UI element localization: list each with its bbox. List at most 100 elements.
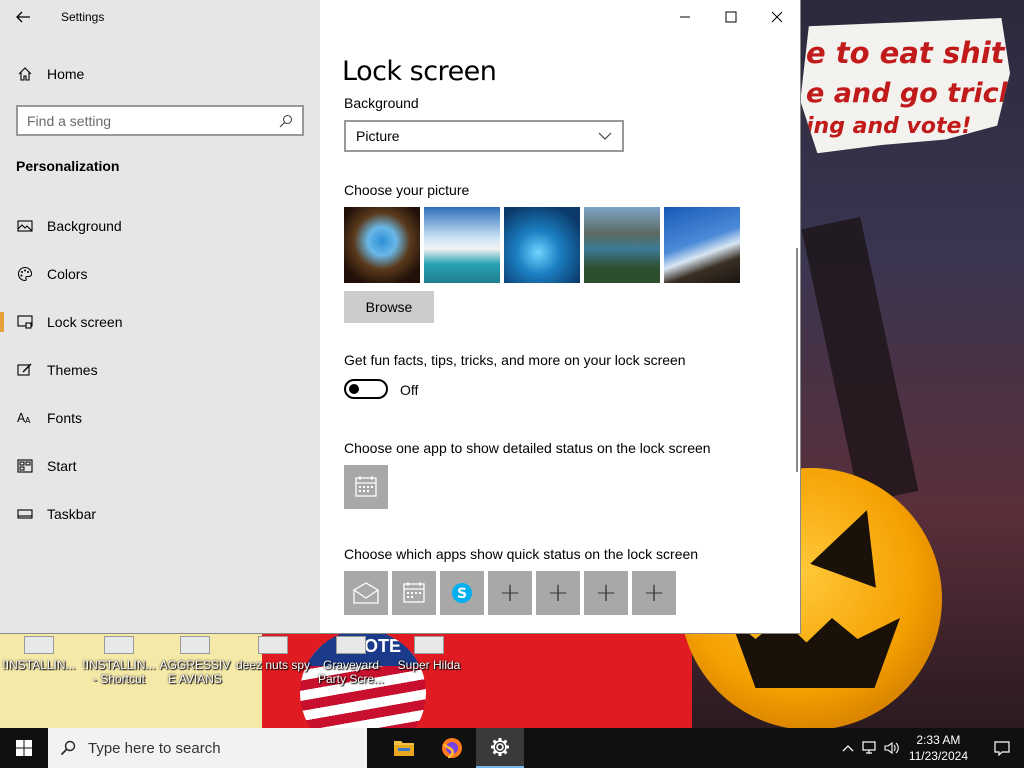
sidebar-item-background[interactable]: Background — [0, 206, 320, 246]
shortcut-icon — [180, 636, 210, 654]
section-heading: Personalization — [16, 158, 120, 174]
minimize-icon — [680, 16, 690, 18]
desktop-icon-installin-shortcut[interactable]: !INSTALLIN... - Shortcut — [80, 636, 158, 686]
maximize-button[interactable] — [708, 0, 754, 34]
tray-volume-button[interactable] — [881, 728, 903, 768]
palette-icon — [0, 266, 47, 282]
start-button[interactable] — [0, 728, 48, 768]
taskbar-firefox[interactable] — [428, 728, 476, 768]
firefox-icon — [442, 738, 462, 759]
file-icon — [24, 636, 54, 654]
quick-status-app-skype[interactable]: S — [440, 571, 484, 615]
windows-logo-icon — [16, 740, 32, 756]
shortcut-icon — [104, 636, 134, 654]
sidebar-item-label: Background — [47, 218, 122, 234]
sidebar-item-themes[interactable]: Themes — [0, 350, 320, 390]
plus-icon: + — [595, 578, 617, 608]
desktop-icon-label: !INSTALLIN... — [2, 658, 76, 672]
sidebar-item-fonts[interactable]: AA Fonts — [0, 398, 320, 438]
find-setting-input[interactable]: Find a setting — [16, 105, 304, 136]
picture-thumbnail-sky[interactable] — [424, 207, 500, 283]
titlebar[interactable]: Settings — [0, 0, 320, 34]
mail-icon — [353, 582, 379, 604]
search-icon — [279, 114, 293, 127]
quick-status-add-slot[interactable]: + — [584, 571, 628, 615]
shortcut-icon — [258, 636, 288, 654]
clock-time: 2:33 AM — [916, 733, 961, 747]
close-button[interactable] — [754, 0, 800, 34]
sidebar-item-colors[interactable]: Colors — [0, 254, 320, 294]
lock-screen-icon — [0, 314, 47, 330]
quick-status-app-mail[interactable] — [344, 571, 388, 615]
detailed-status-label: Choose one app to show detailed status o… — [344, 440, 711, 456]
scrollbar[interactable] — [796, 248, 798, 472]
desktop-icon-label: Graveyard Party Scre... — [317, 658, 385, 686]
quick-status-add-slot[interactable]: + — [488, 571, 532, 615]
wallpaper-text-line-1: e to eat shit — [806, 36, 1005, 70]
gear-icon — [491, 738, 509, 756]
desktop-icon-label: Super Hilda — [397, 658, 461, 672]
picture-thumbnail-cave[interactable] — [344, 207, 420, 283]
desktop-icon-label: AGGRESSIVE AVIANS — [159, 658, 231, 686]
taskbar-settings[interactable] — [476, 728, 524, 768]
plus-icon: + — [547, 578, 569, 608]
picture-icon — [0, 218, 47, 234]
main-content: Lock screen Background Picture Choose yo… — [320, 0, 800, 633]
background-dropdown[interactable]: Picture — [344, 120, 624, 152]
sidebar-item-label: Fonts — [47, 410, 83, 426]
fun-facts-toggle-state: Off — [400, 382, 419, 398]
picture-thumbnail-underwater[interactable] — [504, 207, 580, 283]
active-indicator — [0, 312, 4, 332]
notification-icon — [994, 741, 1010, 756]
taskbar: Type here to search 2:33 AM 11/23/2024 — [0, 728, 1024, 768]
shortcut-icon — [414, 636, 444, 654]
desktop-icon-deez-nuts-spy[interactable]: deez nuts spy — [234, 636, 312, 684]
minimize-button[interactable] — [662, 0, 708, 34]
wallpaper-text-line-2: e and go trick — [806, 78, 1017, 109]
page-title: Lock screen — [342, 56, 497, 87]
desktop-icon-super-hilda[interactable]: Super Hilda — [390, 636, 468, 684]
back-button[interactable] — [0, 0, 46, 34]
clock-date: 11/23/2024 — [908, 749, 968, 763]
window-title: Settings — [61, 10, 105, 24]
desktop-icon-graveyard-party[interactable]: Graveyard Party Scre... — [312, 636, 390, 686]
network-icon — [862, 741, 876, 754]
picture-thumbnail-lake[interactable] — [584, 207, 660, 283]
choose-picture-label: Choose your picture — [344, 182, 470, 198]
tray-overflow-button[interactable] — [837, 728, 859, 768]
quick-status-app-calendar[interactable] — [392, 571, 436, 615]
maximize-icon — [725, 11, 737, 23]
background-dropdown-value: Picture — [356, 128, 400, 144]
sidebar-item-lock-screen[interactable]: Lock screen — [0, 302, 320, 342]
home-icon — [0, 66, 47, 82]
browse-button[interactable]: Browse — [344, 291, 434, 323]
wallpaper-text-line-3: ing and vote! — [806, 114, 972, 139]
back-arrow-icon — [16, 11, 30, 23]
sidebar-item-label: Colors — [47, 266, 88, 282]
svg-text:A: A — [25, 416, 31, 425]
fun-facts-toggle[interactable] — [344, 379, 388, 399]
tray-network-button[interactable] — [859, 728, 881, 768]
quick-status-add-slot[interactable]: + — [632, 571, 676, 615]
desktop-icon-aggressive-avians[interactable]: AGGRESSIVE AVIANS — [156, 636, 234, 686]
picture-thumbnail-clouds[interactable] — [664, 207, 740, 283]
calendar-icon — [355, 476, 377, 497]
sidebar-item-start[interactable]: Start — [0, 446, 320, 486]
sidebar-item-taskbar[interactable]: Taskbar — [0, 494, 320, 534]
taskbar-icon — [0, 506, 47, 522]
taskbar-clock[interactable]: 2:33 AM 11/23/2024 — [909, 732, 968, 764]
taskbar-file-explorer[interactable] — [380, 728, 428, 768]
svg-text:S: S — [457, 586, 467, 602]
skype-icon: S — [452, 583, 472, 603]
notification-center-button[interactable] — [980, 728, 1024, 768]
taskbar-search-placeholder: Type here to search — [88, 739, 221, 757]
taskbar-search-box[interactable]: Type here to search — [48, 728, 367, 768]
desktop-icon-installin[interactable]: !INSTALLIN... — [0, 636, 78, 684]
detailed-status-app-calendar[interactable] — [344, 465, 388, 509]
background-label: Background — [344, 95, 419, 111]
settings-window: Settings Home Find a setting Personaliza… — [0, 0, 800, 633]
sidebar-item-label: Lock screen — [47, 314, 123, 330]
quick-status-add-slot[interactable]: + — [536, 571, 580, 615]
nav-home[interactable]: Home — [0, 54, 320, 94]
fonts-icon: AA — [0, 410, 47, 426]
